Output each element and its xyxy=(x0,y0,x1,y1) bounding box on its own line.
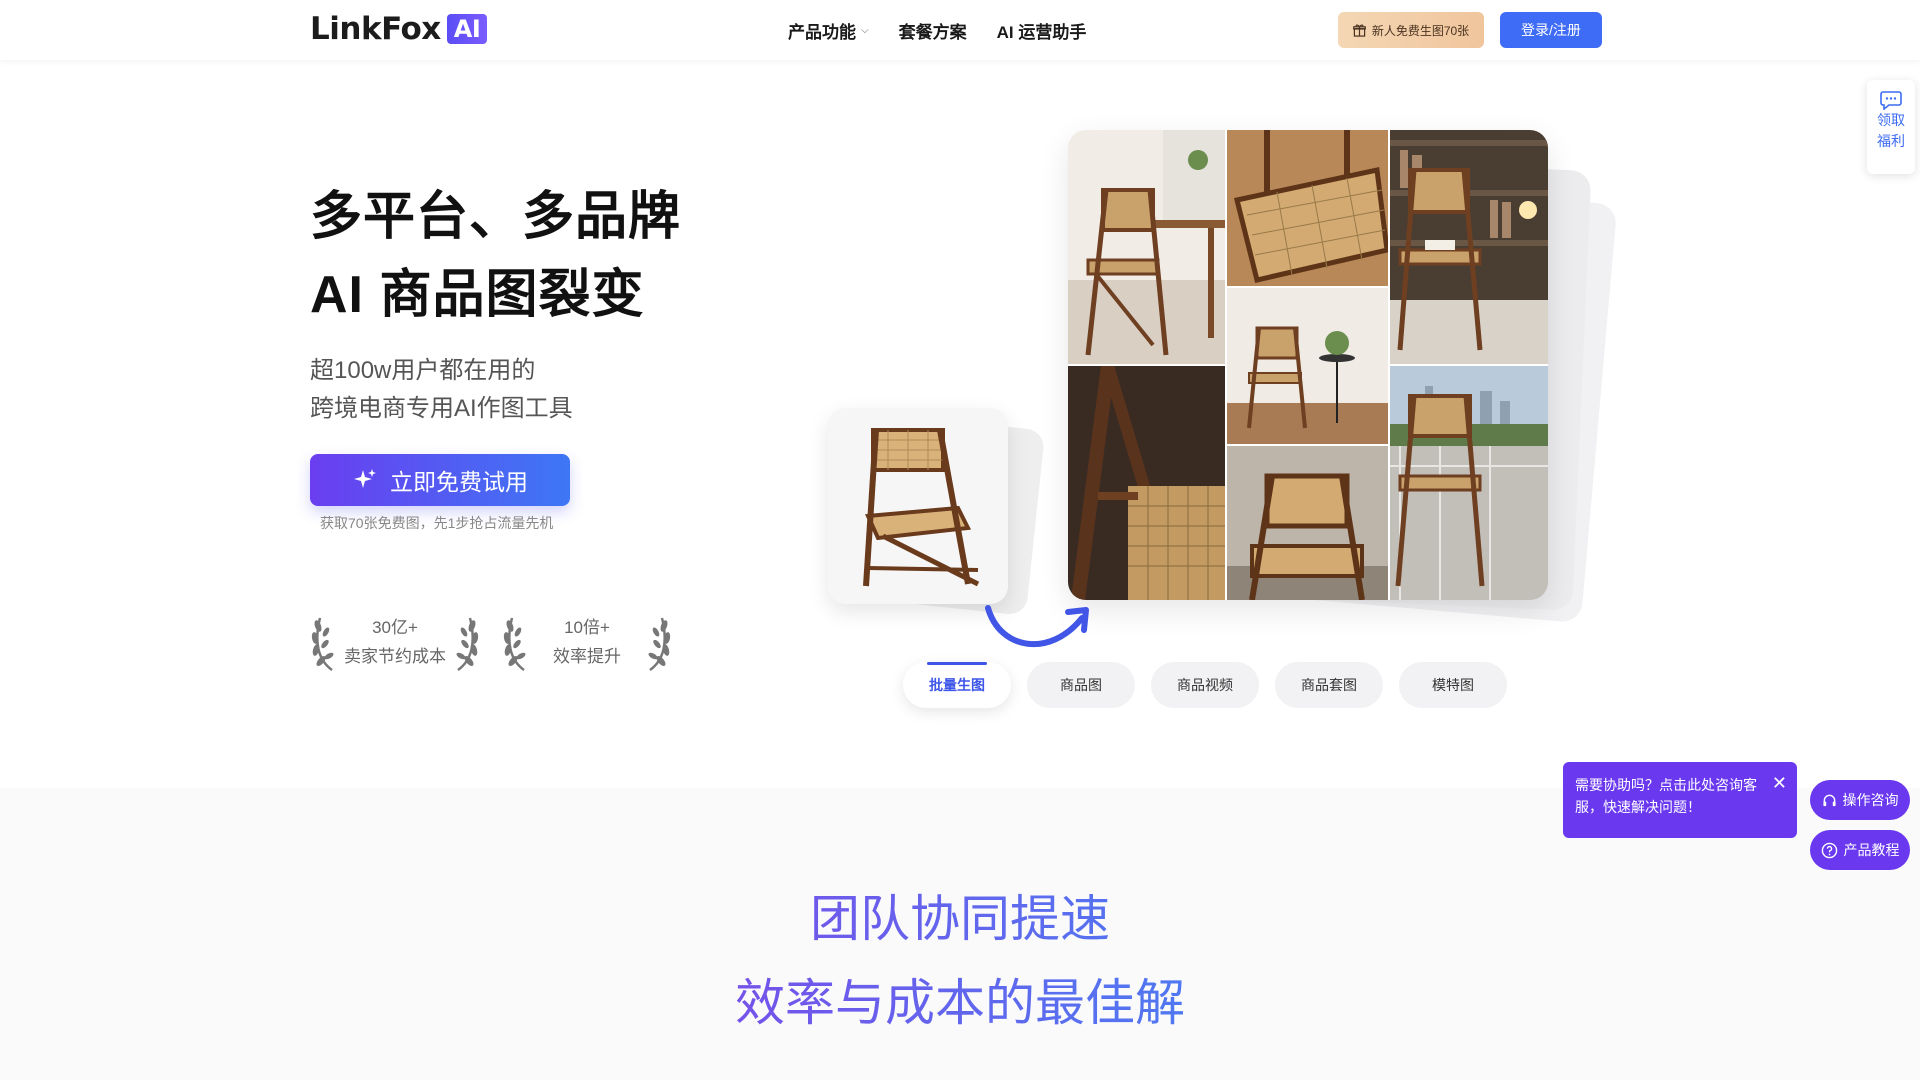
stat-value: 10倍+ xyxy=(564,618,610,637)
original-product-image[interactable] xyxy=(828,408,1008,604)
main-nav: 产品功能 ⌵ 套餐方案 AI 运营助手 xyxy=(788,18,1086,43)
help-popup[interactable]: 需要协助吗？点击此处咨询客服，快速解决问题！ ✕ xyxy=(1563,762,1797,838)
laurel-right-icon xyxy=(456,617,479,672)
product-tutorial-button[interactable]: 产品教程 xyxy=(1810,830,1910,870)
hero-subtitle-line1: 超100w用户都在用的 xyxy=(310,357,536,384)
hero-subtitle-line2: 跨境电商专用AI作图工具 xyxy=(310,395,573,422)
stat-cost-savings: 30亿+ 卖家节约成本 xyxy=(310,612,480,674)
laurel-right-icon xyxy=(648,617,671,672)
headset-icon xyxy=(1822,794,1836,806)
curved-arrow-icon xyxy=(985,605,1089,648)
tab-product-set[interactable]: 商品套图 xyxy=(1275,662,1383,708)
stat-label: 效率提升 xyxy=(553,647,621,666)
login-register-button[interactable]: 登录/注册 xyxy=(1500,12,1602,48)
generated-chair-image[interactable] xyxy=(1068,130,1225,364)
nav-label: AI 运营助手 xyxy=(996,23,1087,42)
generated-chair-image[interactable] xyxy=(1390,130,1548,364)
logo-ai-badge: AI xyxy=(446,14,488,44)
chat-bubble-icon xyxy=(1880,91,1902,110)
hero-title-line2: AI 商品图裂变 xyxy=(310,266,645,324)
tutorial-label: 产品教程 xyxy=(1843,842,1900,858)
generated-images-gallery xyxy=(1068,130,1548,600)
top-nav-bar: LinkFox AI 产品功能 ⌵ 套餐方案 AI 运营助手 新人免费生图70张… xyxy=(0,0,1920,60)
linkfox-logo[interactable]: LinkFox AI xyxy=(310,11,488,47)
free-images-label: 新人免费生图70张 xyxy=(1371,23,1470,38)
chair-image xyxy=(828,408,1008,604)
feature-tabs: 批量生图 商品图 商品视频 商品套图 模特图 xyxy=(903,662,1507,708)
nav-ai-assistant[interactable]: AI 运营助手 xyxy=(997,18,1087,43)
hero-title: 多平台、多品牌 AI 商品图裂变 xyxy=(310,178,681,334)
question-circle-icon xyxy=(1821,842,1837,858)
laurel-left-icon xyxy=(311,617,334,672)
tab-product-image[interactable]: 商品图 xyxy=(1027,662,1135,708)
cta-note: 获取70张免费图，先1步抢占流量先机 xyxy=(320,515,554,531)
stat-efficiency: 10倍+ 效率提升 xyxy=(502,612,672,674)
help-popup-text: 需要协助吗？点击此处咨询客服，快速解决问题！ xyxy=(1575,777,1757,815)
generated-chair-image[interactable] xyxy=(1068,366,1225,600)
close-icon[interactable]: ✕ xyxy=(1772,772,1787,794)
hero-subtitle: 超100w用户都在用的 跨境电商专用AI作图工具 xyxy=(310,352,573,428)
operation-consult-button[interactable]: 操作咨询 xyxy=(1810,780,1910,820)
tab-product-video[interactable]: 商品视频 xyxy=(1151,662,1259,708)
tab-batch-generate[interactable]: 批量生图 xyxy=(903,662,1011,708)
section-title-line2: 效率与成本的最佳解 xyxy=(0,964,1920,1042)
stat-value: 30亿+ xyxy=(372,618,418,637)
free-trial-label: 立即免费试用 xyxy=(390,469,528,495)
tab-model-image[interactable]: 模特图 xyxy=(1399,662,1507,708)
section-title-line1: 团队协同提速 xyxy=(0,880,1920,958)
chevron-down-icon: ⌵ xyxy=(861,25,869,36)
nav-label: 产品功能 xyxy=(788,23,856,42)
free-trial-button[interactable]: 立即免费试用 xyxy=(310,454,570,506)
generated-chair-image[interactable] xyxy=(1227,130,1388,286)
sparkle-icon xyxy=(354,469,376,488)
consult-label: 操作咨询 xyxy=(1842,792,1899,808)
welfare-label-line2: 福利 xyxy=(1877,133,1905,149)
laurel-left-icon xyxy=(503,617,526,672)
hero-title-line1: 多平台、多品牌 xyxy=(310,188,682,246)
nav-label: 套餐方案 xyxy=(898,23,967,42)
generated-chair-image[interactable] xyxy=(1390,366,1548,600)
claim-welfare-widget[interactable]: 领取 福利 xyxy=(1867,80,1915,174)
nav-product-features[interactable]: 产品功能 ⌵ xyxy=(788,18,869,43)
logo-text: LinkFox xyxy=(310,11,441,47)
welfare-label-line1: 领取 xyxy=(1877,112,1905,128)
stat-label: 卖家节约成本 xyxy=(344,647,446,666)
nav-pricing-plans[interactable]: 套餐方案 xyxy=(899,18,967,43)
free-images-button[interactable]: 新人免费生图70张 xyxy=(1338,12,1484,48)
generated-chair-image[interactable] xyxy=(1227,446,1388,600)
gift-icon xyxy=(1352,23,1366,37)
generated-chair-image[interactable] xyxy=(1227,288,1388,444)
